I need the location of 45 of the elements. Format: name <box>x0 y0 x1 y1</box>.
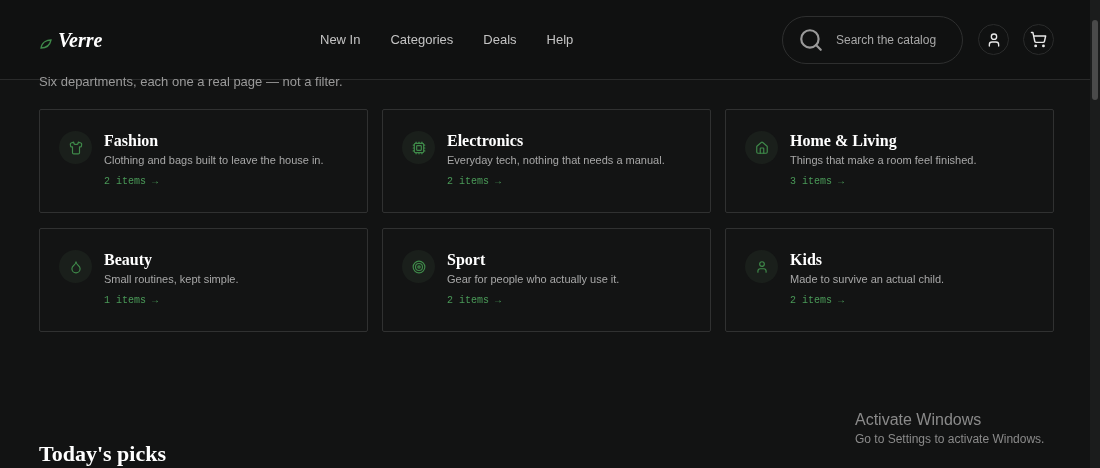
house-icon <box>754 140 769 155</box>
target-icon <box>411 259 426 274</box>
category-description: Everyday tech, nothing that needs a manual. <box>447 153 665 168</box>
droplet-icon <box>68 259 83 274</box>
category-card[interactable]: Fashion Clothing and bags built to leave the house in. 2 items → <box>39 109 368 213</box>
category-card[interactable]: Sport Gear for people who actually use it. 2 items → <box>382 228 711 332</box>
nav-link[interactable]: New In <box>320 29 361 50</box>
category-title: Fashion <box>104 131 160 151</box>
person-icon <box>754 259 769 274</box>
category-card[interactable]: Kids Made to survive an actual child. 2 items → <box>725 228 1054 332</box>
category-card[interactable]: Electronics Everyday tech, nothing that needs a manual. 2 items → <box>382 109 711 213</box>
category-title: Home & Living <box>790 131 898 152</box>
item-count-link[interactable]: 1 items → <box>104 293 239 308</box>
logo[interactable]: Verre <box>58 29 103 50</box>
nav-link[interactable]: Help <box>546 29 574 50</box>
activation-title: Activate Windows <box>855 410 983 430</box>
section-heading: Today's picks <box>39 442 167 466</box>
category-title: Sport <box>447 250 487 271</box>
nav-link[interactable]: Deals <box>483 29 517 50</box>
search-icon <box>798 26 824 53</box>
scrollbar[interactable] <box>1090 0 1100 468</box>
category-description: Gear for people who actually use it. <box>447 272 620 287</box>
category-description: Clothing and bags built to leave the house in. <box>104 153 324 168</box>
item-count-link[interactable]: 2 items → <box>104 174 324 189</box>
category-title: Kids <box>790 250 823 270</box>
item-count-link[interactable]: 2 items → <box>447 293 620 308</box>
intro-text: Six departments, each one a real page — not a filter. <box>39 74 344 90</box>
item-count-link[interactable]: 2 items → <box>790 293 945 308</box>
category-description: Made to survive an actual child. <box>790 272 945 287</box>
scrollbar-thumb[interactable] <box>1092 20 1098 100</box>
activation-text: Go to Settings to activate Windows. <box>855 431 1045 448</box>
cart-icon <box>1030 31 1047 48</box>
search-field[interactable]: Search the catalog <box>782 15 963 64</box>
category-card[interactable]: Home & Living Things that make a room feel finished. 3 items → <box>725 109 1054 213</box>
item-count-link[interactable]: 3 items → <box>790 174 977 189</box>
category-title: Beauty <box>104 250 153 271</box>
category-title: Electronics <box>447 131 525 151</box>
category-card[interactable]: Beauty Small routines, kept simple. 1 items → <box>39 228 368 332</box>
category-description: Things that make a room feel finished. <box>790 153 977 168</box>
category-description: Small routines, kept simple. <box>104 272 239 287</box>
nav-link[interactable]: Categories <box>390 29 454 50</box>
chip-icon <box>411 140 426 155</box>
leaf-icon <box>40 38 52 49</box>
item-count-link[interactable]: 2 items → <box>447 174 665 189</box>
shirt-icon <box>68 140 83 155</box>
